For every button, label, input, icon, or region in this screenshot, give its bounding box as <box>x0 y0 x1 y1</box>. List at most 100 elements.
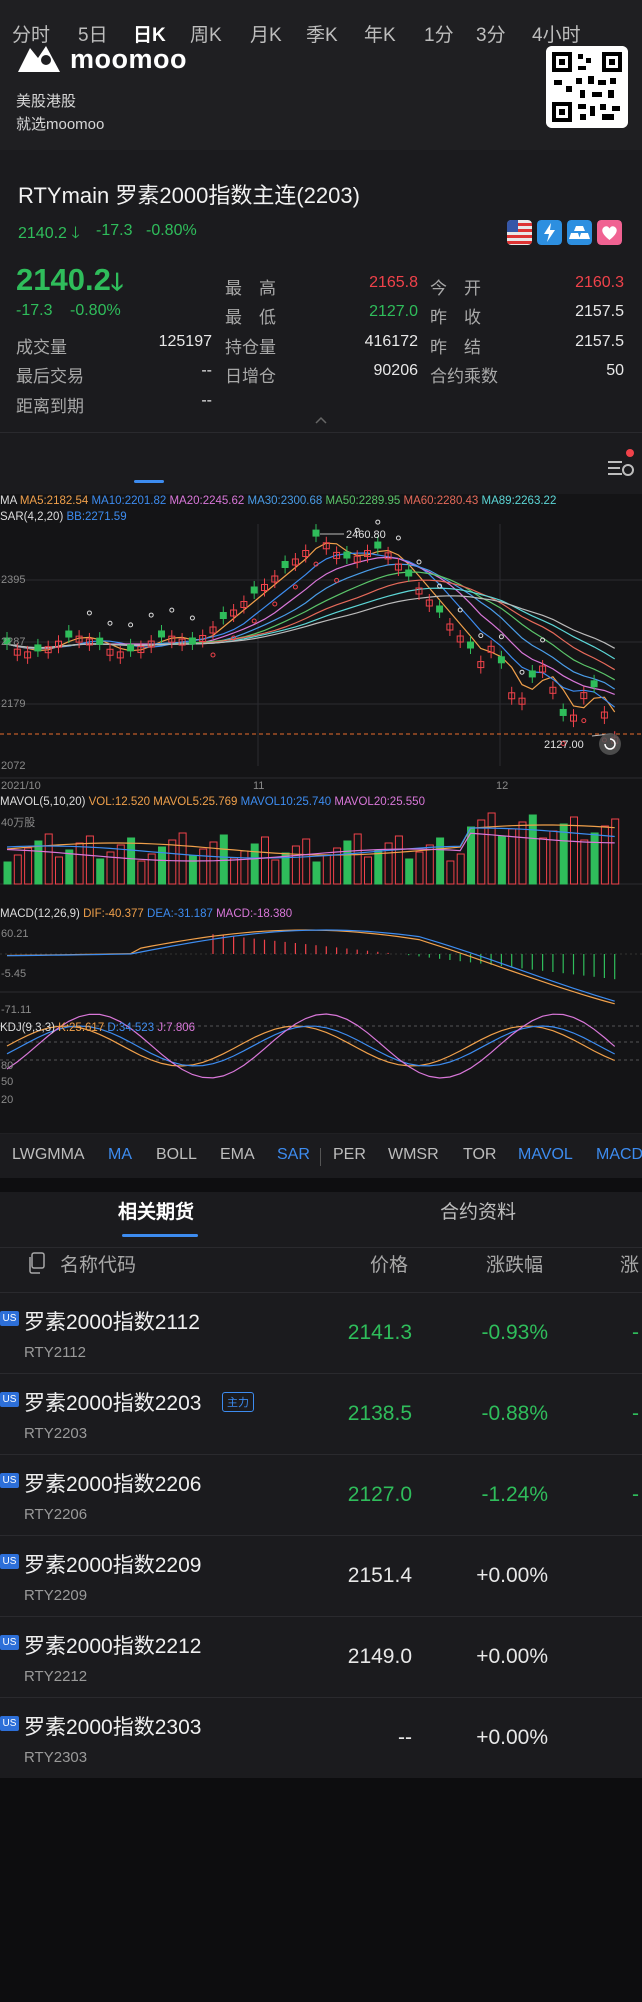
futures-row[interactable]: US 罗素2000指数2212 RTY2212 2149.0 +0.00% <box>0 1616 642 1697</box>
high-marker-label: 2460.80 <box>346 529 386 541</box>
chart-settings-icon[interactable] <box>606 448 636 480</box>
volume-bar <box>343 840 352 885</box>
row-name: 罗素2000指数2206 <box>24 1473 202 1496</box>
low-marker-label: 2127.00 <box>544 739 584 751</box>
kline-chart[interactable]: 2460.80 2127.00 MA MA5:2182.54 MA10:2201… <box>0 494 642 1135</box>
down-arrow-icon: 🡓 <box>110 269 124 296</box>
open-value: 2160.3 <box>575 274 624 291</box>
tab-contract-info[interactable]: 合约资料 <box>440 1197 516 1224</box>
collapse-chevron-icon[interactable] <box>314 416 328 425</box>
kdj-50-tick: 50 <box>1 1076 14 1088</box>
ind-ema[interactable]: EMA <box>220 1146 255 1164</box>
futures-row[interactable]: US 罗素2000指数2209 RTY2209 2151.4 +0.00% <box>0 1535 642 1616</box>
row-price: 2149.0 <box>347 1645 412 1668</box>
volume-bar <box>55 856 63 885</box>
k-legend: K:25.617 <box>58 1022 105 1034</box>
volume-bar <box>436 837 445 885</box>
ind-sar[interactable]: SAR <box>277 1146 310 1164</box>
volume-bar <box>549 830 558 885</box>
favorite-heart-icon[interactable] <box>597 220 622 245</box>
tab-related-futures[interactable]: 相关期货 <box>118 1197 194 1224</box>
ind-macd[interactable]: MACD <box>596 1146 642 1164</box>
tab-4hour[interactable]: 4小时 <box>532 20 581 47</box>
ind-wmsr[interactable]: WMSR <box>388 1146 439 1164</box>
volume-unit: 40万股 <box>1 817 36 829</box>
col-edge[interactable]: 涨 <box>620 1250 639 1277</box>
candle-body <box>219 612 227 619</box>
section-separator <box>0 1178 642 1192</box>
tab-1min[interactable]: 1分 <box>424 20 454 47</box>
volume-bar <box>127 837 136 885</box>
sar-dot <box>416 559 422 565</box>
x-tick-1: 2021/10 <box>1 780 41 792</box>
y-tick-3: 2179 <box>1 698 26 710</box>
y-tick-2: 2287 <box>1 636 26 648</box>
ma20-legend: MA20:2245.62 <box>169 495 245 507</box>
tab-3min[interactable]: 3分 <box>476 20 506 47</box>
gold-bars-icon[interactable] <box>567 220 592 245</box>
ind-tor[interactable]: TOR <box>463 1146 496 1164</box>
futures-row[interactable]: US 罗素2000指数2303 RTY2303 -- +0.00% <box>0 1697 642 1778</box>
futures-row[interactable]: US 罗素2000指数2206 RTY2206 2127.0 -1.24% - <box>0 1454 642 1535</box>
tab-5day[interactable]: 5日 <box>78 20 108 47</box>
candle-body <box>127 644 135 652</box>
row-code: RTY2203 <box>24 1425 88 1442</box>
volume-bar <box>147 853 156 885</box>
volume-bar <box>405 858 414 885</box>
futures-row[interactable]: US 罗素2000指数2112 RTY2112 2141.3 -0.93% - <box>0 1292 642 1373</box>
candle-body <box>405 569 413 577</box>
ind-lwgmma[interactable]: LWGMMA <box>12 1146 85 1164</box>
sar-dot <box>457 607 463 613</box>
col-name-code[interactable]: 名称代码 <box>60 1250 136 1277</box>
mavol5-legend: MAVOL5:25.769 <box>153 796 238 808</box>
sub-price: 2140.2 🡓 <box>18 225 80 242</box>
oi-label: 持仓量 <box>225 338 276 357</box>
candle-body <box>281 561 289 568</box>
row-code: RTY2303 <box>24 1749 88 1766</box>
dea-legend: DEA:-31.187 <box>147 908 213 920</box>
reset-zoom-icon[interactable] <box>599 733 621 755</box>
ind-mavol[interactable]: MAVOL <box>518 1146 573 1164</box>
candle-body <box>158 630 165 638</box>
tab-daily-k[interactable]: 日K <box>133 20 166 47</box>
tab-monthly-k[interactable]: 月K <box>250 20 282 47</box>
moving-average-lines <box>6 542 616 713</box>
tab-intraday[interactable]: 分时 <box>12 20 50 47</box>
us-market-badge: US <box>0 1392 19 1407</box>
ma-line <box>6 542 616 713</box>
lasttrade-label: 最后交易 <box>16 367 84 386</box>
volume-bar <box>570 816 578 885</box>
row-edge: - <box>632 1483 639 1506</box>
volume-bar <box>322 854 331 885</box>
candle-body <box>467 641 474 649</box>
high-label: 最 高 <box>225 279 276 298</box>
volume-bar <box>302 838 311 885</box>
tab-yearly-k[interactable]: 年K <box>364 20 396 47</box>
copy-icon[interactable] <box>28 1252 46 1274</box>
volume-bar <box>3 861 12 885</box>
volume-bar <box>518 821 527 885</box>
ind-per[interactable]: PER <box>333 1146 366 1164</box>
row-code: RTY2209 <box>24 1587 88 1604</box>
volume-bar <box>559 823 568 885</box>
kdj-20-tick: 20 <box>1 1094 14 1106</box>
col-pct[interactable]: 涨跌幅 <box>486 1250 543 1277</box>
col-price[interactable]: 价格 <box>370 1250 408 1277</box>
volume-bar <box>96 858 105 885</box>
volume-bar <box>539 837 548 885</box>
row-name: 罗素2000指数2212 <box>24 1635 202 1658</box>
tab-quarterly-k[interactable]: 季K <box>306 20 338 47</box>
volume-bar <box>600 825 609 885</box>
volume-bar <box>188 855 197 885</box>
tab-weekly-k[interactable]: 周K <box>190 20 222 47</box>
ind-ma[interactable]: MA <box>108 1146 132 1164</box>
ind-boll[interactable]: BOLL <box>156 1146 197 1164</box>
futures-row[interactable]: US 罗素2000指数2203 主力 RTY2203 2138.5 -0.88%… <box>0 1373 642 1454</box>
volume-bar <box>611 818 620 885</box>
volume-bar <box>271 859 280 885</box>
volume-value: 125197 <box>158 333 212 350</box>
kline-chart-svg[interactable]: 2460.80 2127.00 <box>0 494 642 1135</box>
ma5-legend: MA5:2182.54 <box>19 495 89 507</box>
volume-bar <box>374 849 383 885</box>
lightning-icon[interactable] <box>537 220 562 245</box>
